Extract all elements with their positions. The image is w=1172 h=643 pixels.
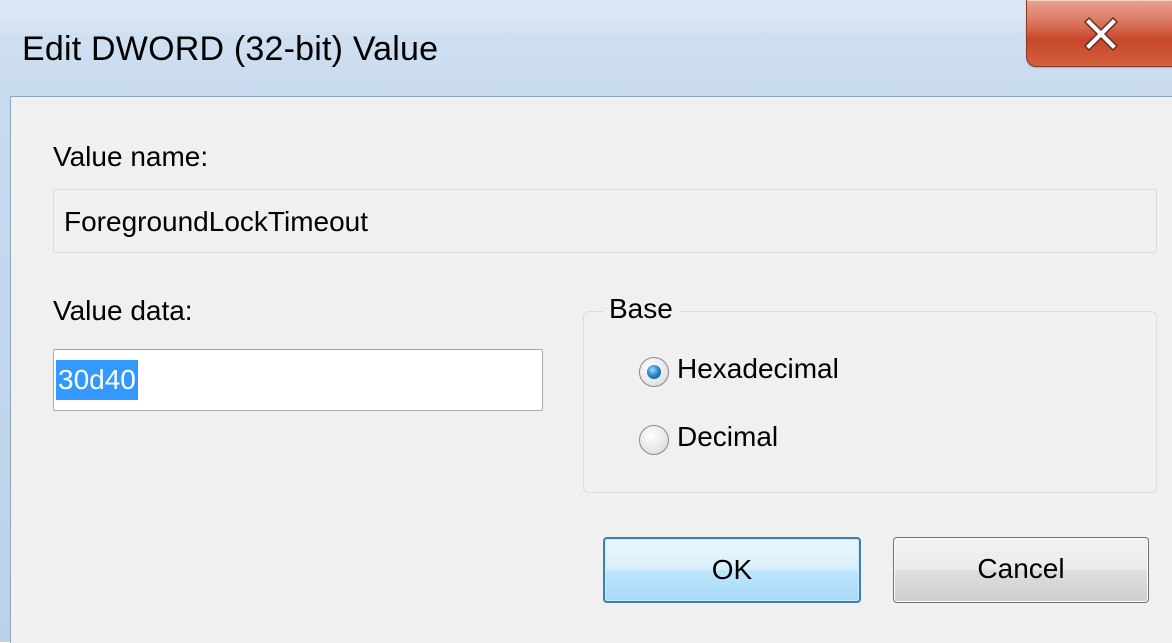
radio-hexadecimal-label[interactable]: Hexadecimal [677,353,839,385]
value-name-field: ForegroundLockTimeout [53,189,1157,253]
value-data-input[interactable]: 30d40 [53,349,543,411]
cancel-button[interactable]: Cancel [893,537,1149,603]
radio-decimal-label[interactable]: Decimal [677,421,778,453]
dialog-window: Edit DWORD (32-bit) Value Value name: Fo… [0,0,1172,643]
base-group-label: Base [603,293,679,325]
close-icon [1083,16,1119,52]
value-data-selected-text: 30d40 [56,360,138,400]
close-button[interactable] [1026,0,1172,67]
value-data-label: Value data: [53,295,193,326]
value-name-text: ForegroundLockTimeout [64,206,369,237]
ok-button[interactable]: OK [603,537,861,603]
radio-dot [647,365,661,379]
radio-decimal[interactable]: Decimal [639,421,939,461]
value-name-label: Value name: [53,141,209,172]
title-bar[interactable]: Edit DWORD (32-bit) Value [0,0,1172,96]
radio-button-unchecked-icon[interactable] [639,425,669,455]
radio-hexadecimal[interactable]: Hexadecimal [639,353,939,393]
window-title: Edit DWORD (32-bit) Value [22,30,439,68]
dialog-body: Value name: ForegroundLockTimeout Value … [10,96,1172,643]
base-groupbox [583,311,1157,493]
radio-button-checked-icon[interactable] [639,357,669,387]
